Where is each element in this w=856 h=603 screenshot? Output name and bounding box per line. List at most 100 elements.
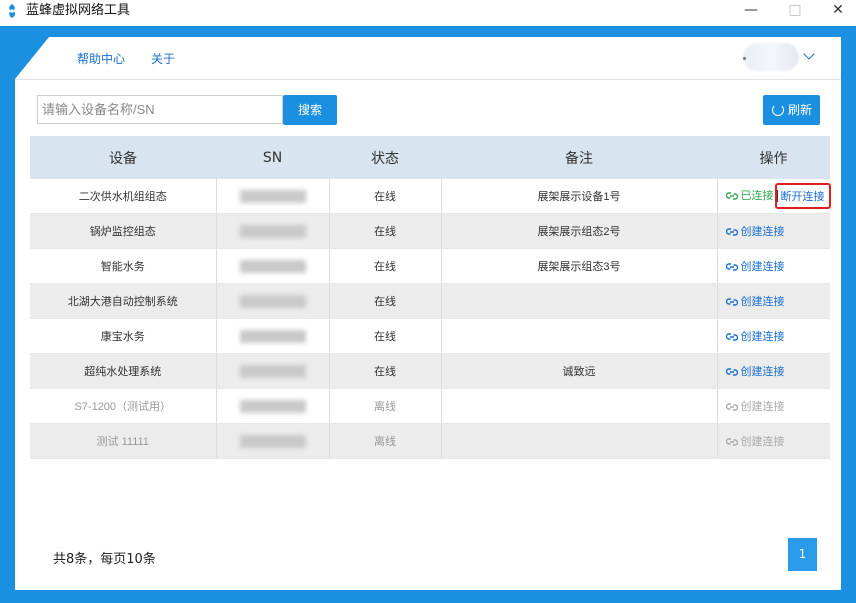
nav-corner-decoration [15, 37, 49, 79]
device-table: 设备 SN 状态 备注 操作 二次供水机组组态 在线 展架展示设备1号 已连接断… [30, 136, 831, 459]
sn-cell [216, 423, 330, 459]
pagination-summary: 共8条，每页10条 [53, 552, 156, 567]
create-connection-label: 创建连接 [740, 226, 785, 238]
connected-status: 已连接 [740, 189, 774, 202]
link-icon [725, 368, 738, 376]
maximize-button[interactable]: □ [772, 0, 818, 22]
link-icon [725, 438, 738, 446]
status-cell: 离线 [329, 423, 442, 459]
sn-cell [216, 213, 330, 249]
status-cell: 在线 [329, 353, 442, 389]
page-button-1[interactable]: 1 [788, 538, 817, 571]
sn-cell [216, 283, 330, 319]
main-panel: 帮助中心 关于 请输入设备名称/SN 搜索 刷新 设备 SN 状态 备注 操作 … [15, 37, 841, 590]
close-button[interactable]: ✕ [815, 0, 856, 22]
sn-redacted [239, 434, 306, 448]
create-connection-label: 创建连接 [740, 296, 785, 308]
column-header-device[interactable]: 设备 [30, 136, 216, 179]
device-name-cell: 北湖大港自动控制系统 [30, 283, 217, 319]
table-row: 智能水务 在线 展架展示组态3号 创建连接 [30, 248, 830, 284]
status-cell: 离线 [329, 388, 442, 424]
sn-redacted [239, 329, 306, 343]
device-name-cell: 康宝水务 [30, 318, 217, 354]
link-icon [725, 192, 738, 200]
search-input[interactable]: 请输入设备名称/SN [37, 95, 283, 124]
sn-cell [216, 248, 330, 284]
sn-redacted [239, 399, 306, 413]
link-icon [725, 263, 738, 271]
refresh-button[interactable]: 刷新 [763, 95, 820, 125]
user-avatar[interactable] [743, 43, 799, 71]
remark-cell [441, 283, 718, 319]
create-connection-label: 创建连接 [740, 331, 785, 343]
device-name-cell: 二次供水机组组态 [30, 179, 217, 214]
link-icon [725, 403, 738, 411]
sn-cell [216, 179, 330, 214]
sn-cell [216, 353, 330, 389]
create-connection-button-disabled: 创建连接 [717, 388, 830, 424]
status-cell: 在线 [329, 248, 442, 284]
nav-about-link[interactable]: 关于 [151, 52, 175, 66]
nav-help-link[interactable]: 帮助中心 [77, 52, 125, 66]
sn-cell [216, 318, 330, 354]
device-name-cell: 超纯水处理系统 [30, 353, 217, 389]
action-cell: 已连接 断开连接 [717, 179, 831, 214]
table-row: 康宝水务 在线 创建连接 [30, 318, 830, 354]
column-header-remark[interactable]: 备注 [441, 136, 717, 179]
table-row: 超纯水处理系统 在线 诚致远 创建连接 [30, 353, 830, 389]
remark-cell: 展架展示设备1号 [441, 179, 718, 214]
sn-redacted [239, 294, 306, 308]
device-name-cell: S7-1200（测试用） [30, 388, 217, 424]
create-connection-label: 创建连接 [740, 401, 785, 413]
disconnect-button[interactable]: 断开连接 [774, 183, 831, 209]
sn-redacted [239, 224, 306, 238]
link-icon [725, 298, 738, 306]
remark-cell: 诚致远 [441, 353, 718, 389]
create-connection-button[interactable]: 创建连接 [717, 213, 830, 249]
table-row: S7-1200（测试用） 离线 创建连接 [30, 388, 830, 424]
user-avatar-dot [743, 57, 746, 60]
remark-cell [441, 318, 718, 354]
status-cell: 在线 [329, 283, 442, 319]
table-row: 二次供水机组组态 在线 展架展示设备1号 已连接 断开连接 [30, 179, 831, 214]
create-connection-label: 创建连接 [740, 366, 785, 378]
sn-redacted [239, 189, 306, 203]
device-name-cell: 锅炉监控组态 [30, 213, 217, 249]
title-bar: 蓝蜂虚拟网络工具 — □ ✕ [0, 0, 856, 22]
column-header-sn[interactable]: SN [216, 136, 329, 179]
remark-cell [441, 388, 718, 424]
device-name-cell: 智能水务 [30, 248, 217, 284]
app-logo-icon [9, 4, 16, 18]
create-connection-label: 创建连接 [740, 436, 785, 448]
table-row: 北湖大港自动控制系统 在线 创建连接 [30, 283, 830, 319]
status-cell: 在线 [329, 213, 442, 249]
minimize-button[interactable]: — [728, 0, 774, 22]
remark-cell: 展架展示组态3号 [441, 248, 718, 284]
link-icon [725, 333, 738, 341]
remark-cell: 展架展示组态2号 [441, 213, 718, 249]
table-row: 锅炉监控组态 在线 展架展示组态2号 创建连接 [30, 213, 830, 249]
refresh-icon [772, 104, 784, 116]
column-header-action[interactable]: 操作 [717, 136, 830, 179]
create-connection-button-disabled: 创建连接 [717, 423, 830, 459]
status-cell: 在线 [329, 318, 442, 354]
create-connection-button[interactable]: 创建连接 [717, 248, 830, 284]
sn-redacted [239, 259, 306, 273]
column-header-status[interactable]: 状态 [329, 136, 441, 179]
chevron-down-icon[interactable] [803, 48, 815, 60]
create-connection-button[interactable]: 创建连接 [717, 283, 830, 319]
device-name-cell: 测试 11111 [30, 423, 217, 459]
create-connection-button[interactable]: 创建连接 [717, 353, 830, 389]
status-cell: 在线 [329, 179, 442, 214]
table-header-row: 设备 SN 状态 备注 操作 [30, 136, 830, 179]
create-connection-label: 创建连接 [740, 261, 785, 273]
search-button[interactable]: 搜索 [283, 95, 337, 125]
window-title: 蓝蜂虚拟网络工具 [26, 3, 131, 18]
table-row: 测试 11111 离线 创建连接 [30, 423, 830, 459]
remark-cell [441, 423, 718, 459]
link-icon [725, 228, 738, 236]
refresh-label: 刷新 [788, 103, 813, 117]
sn-cell [216, 388, 330, 424]
sn-redacted [239, 364, 306, 378]
create-connection-button[interactable]: 创建连接 [717, 318, 830, 354]
